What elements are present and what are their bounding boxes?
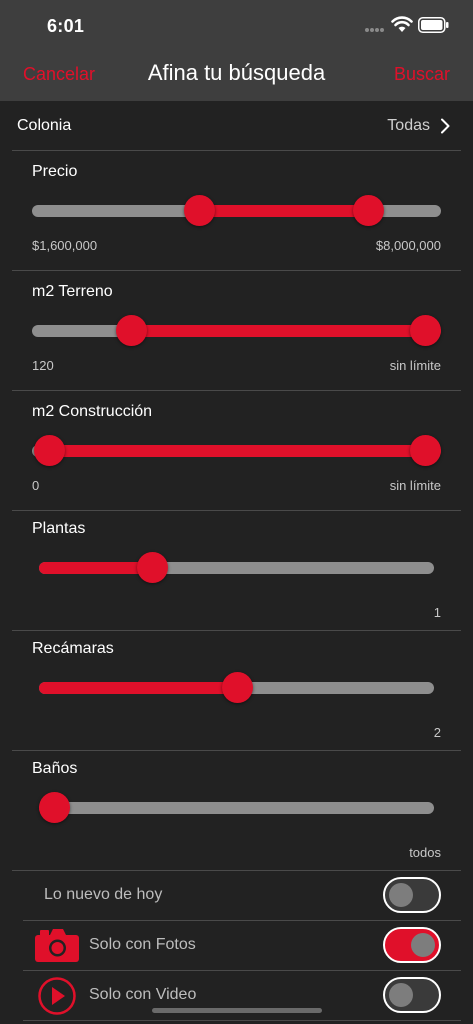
video-toggle[interactable] (383, 977, 441, 1013)
colonia-value: Todas (387, 117, 430, 134)
plantas-section: Plantas 1 (0, 511, 473, 631)
cellular-signal-icon (365, 28, 385, 32)
colonia-label: Colonia (17, 117, 72, 134)
construccion-max-thumb[interactable] (409, 435, 441, 466)
fotos-label: Solo con Fotos (89, 936, 196, 953)
terreno-section: m2 Terreno 120 sin límite (0, 271, 473, 391)
precio-section: Precio $1,600,000 $8,000,000 (0, 151, 473, 271)
plantas-slider-fill (39, 562, 153, 574)
terreno-slider-fill (131, 325, 425, 337)
chevron-right-icon (441, 118, 450, 134)
recamaras-thumb[interactable] (221, 672, 253, 703)
precio-title: Precio (32, 163, 78, 180)
recamaras-slider-fill (39, 682, 237, 694)
status-time: 6:01 (47, 16, 85, 36)
battery-icon (418, 17, 449, 33)
toggle-knob (411, 933, 435, 957)
fotos-toggle[interactable] (383, 927, 441, 963)
recamaras-section: Recámaras 2 (0, 631, 473, 751)
divider (23, 1020, 461, 1021)
nuevo-row: Lo nuevo de hoy (0, 871, 473, 921)
terreno-max-thumb[interactable] (409, 315, 441, 346)
video-row: Solo con Video (0, 971, 473, 1021)
banos-title: Baños (32, 760, 78, 777)
terreno-max-value: sin límite (389, 358, 441, 373)
precio-min-thumb[interactable] (183, 195, 215, 226)
precio-slider-fill (199, 205, 369, 217)
colonia-row[interactable]: Colonia Todas (0, 101, 473, 151)
banos-slider-track[interactable] (39, 802, 434, 814)
camera-icon (35, 929, 79, 962)
toggle-knob (389, 883, 413, 907)
nuevo-label: Lo nuevo de hoy (44, 886, 163, 903)
precio-max-value: $8,000,000 (375, 238, 441, 253)
precio-max-thumb[interactable] (353, 195, 385, 226)
video-label: Solo con Video (89, 986, 197, 1003)
toggle-knob (389, 983, 413, 1007)
construccion-min-thumb[interactable] (33, 435, 65, 466)
plantas-thumb[interactable] (137, 552, 169, 583)
header-bar: 6:01 Cancelar Afina tu búsqueda Buscar (0, 0, 473, 101)
play-icon (38, 977, 76, 1015)
construccion-min-value: 0 (32, 478, 40, 493)
fotos-row: Solo con Fotos (0, 921, 473, 971)
recamaras-value: 2 (433, 725, 441, 740)
construccion-slider-fill (49, 445, 425, 457)
home-indicator (152, 1008, 322, 1013)
terreno-title: m2 Terreno (32, 283, 113, 300)
precio-min-value: $1,600,000 (32, 238, 98, 253)
construccion-max-value: sin límite (389, 478, 441, 493)
banos-section: Baños todos (0, 751, 473, 871)
banos-value: todos (409, 845, 441, 860)
nuevo-toggle[interactable] (383, 877, 441, 913)
search-button[interactable]: Buscar (394, 64, 450, 85)
construccion-section: m2 Construcción 0 sin límite (0, 391, 473, 511)
construccion-title: m2 Construcción (32, 403, 153, 420)
plantas-value: 1 (433, 605, 441, 620)
banos-thumb[interactable] (38, 792, 70, 823)
terreno-min-thumb[interactable] (116, 315, 148, 346)
plantas-title: Plantas (32, 520, 86, 537)
wifi-icon (391, 16, 413, 32)
terreno-min-value: 120 (32, 358, 54, 373)
recamaras-title: Recámaras (32, 640, 114, 657)
